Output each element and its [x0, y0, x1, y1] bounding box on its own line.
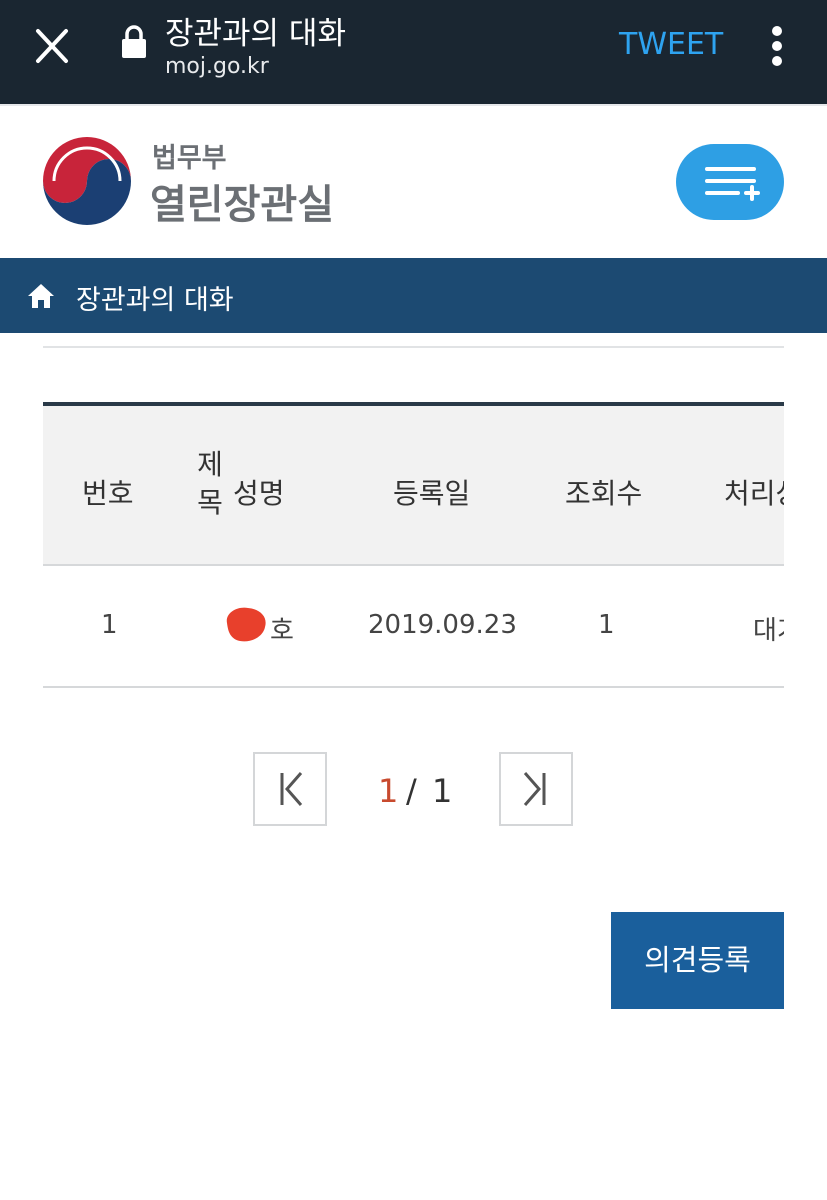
browser-toolbar: 장관과의 대화 moj.go.kr TWEET: [0, 0, 827, 104]
cell-views: 1: [598, 610, 615, 640]
cell-date: 2019.09.23: [368, 610, 517, 640]
column-header-status: 처리상: [724, 477, 784, 510]
government-emblem-logo[interactable]: [42, 136, 132, 226]
tweet-button[interactable]: TWEET: [619, 27, 723, 62]
ministry-name: 법무부: [152, 143, 227, 174]
redaction-mark: [226, 607, 266, 642]
section-divider: [43, 346, 784, 348]
table-row[interactable]: 1 호 2019.09.23 1 대기: [43, 566, 784, 688]
cell-number: 1: [101, 610, 118, 640]
menu-icon: [705, 167, 760, 201]
browser-url: moj.go.kr: [165, 54, 269, 79]
lock-icon: [120, 24, 148, 60]
page-separator: /: [406, 772, 417, 810]
site-name: 열린장관실: [150, 182, 334, 228]
column-header-number: 번호: [82, 477, 134, 510]
breadcrumb-current: 장관과의 대화: [76, 285, 234, 316]
last-page-button[interactable]: [499, 752, 573, 826]
column-header-title: 제목: [197, 448, 223, 519]
cell-name: 호: [270, 616, 294, 646]
register-opinion-button[interactable]: 의견등록: [611, 912, 784, 1009]
column-header-date: 등록일: [393, 477, 471, 510]
column-header-views: 조회수: [565, 477, 643, 510]
cell-status: 대기: [753, 616, 784, 646]
close-icon: [36, 29, 68, 63]
menu-button[interactable]: [676, 144, 784, 220]
more-options-button[interactable]: [764, 24, 790, 68]
current-page: 1: [378, 772, 399, 810]
close-button[interactable]: [30, 26, 74, 66]
home-icon[interactable]: [27, 283, 55, 309]
column-header-name: 성명: [233, 477, 285, 510]
breadcrumb: 장관과의 대화: [0, 258, 827, 333]
last-page-icon: [523, 772, 546, 806]
total-pages: 1: [432, 772, 453, 810]
browser-page-title: 장관과의 대화: [165, 16, 346, 52]
site-header: 법무부 열린장관실: [0, 104, 827, 258]
first-page-icon: [280, 772, 303, 806]
table-header: 번호 제목 성명 등록일 조회수 처리상: [43, 402, 784, 566]
more-icon: [772, 26, 782, 36]
first-page-button[interactable]: [253, 752, 327, 826]
opinion-table: 번호 제목 성명 등록일 조회수 처리상 1 호 2019.09.23 1 대기: [43, 402, 784, 688]
